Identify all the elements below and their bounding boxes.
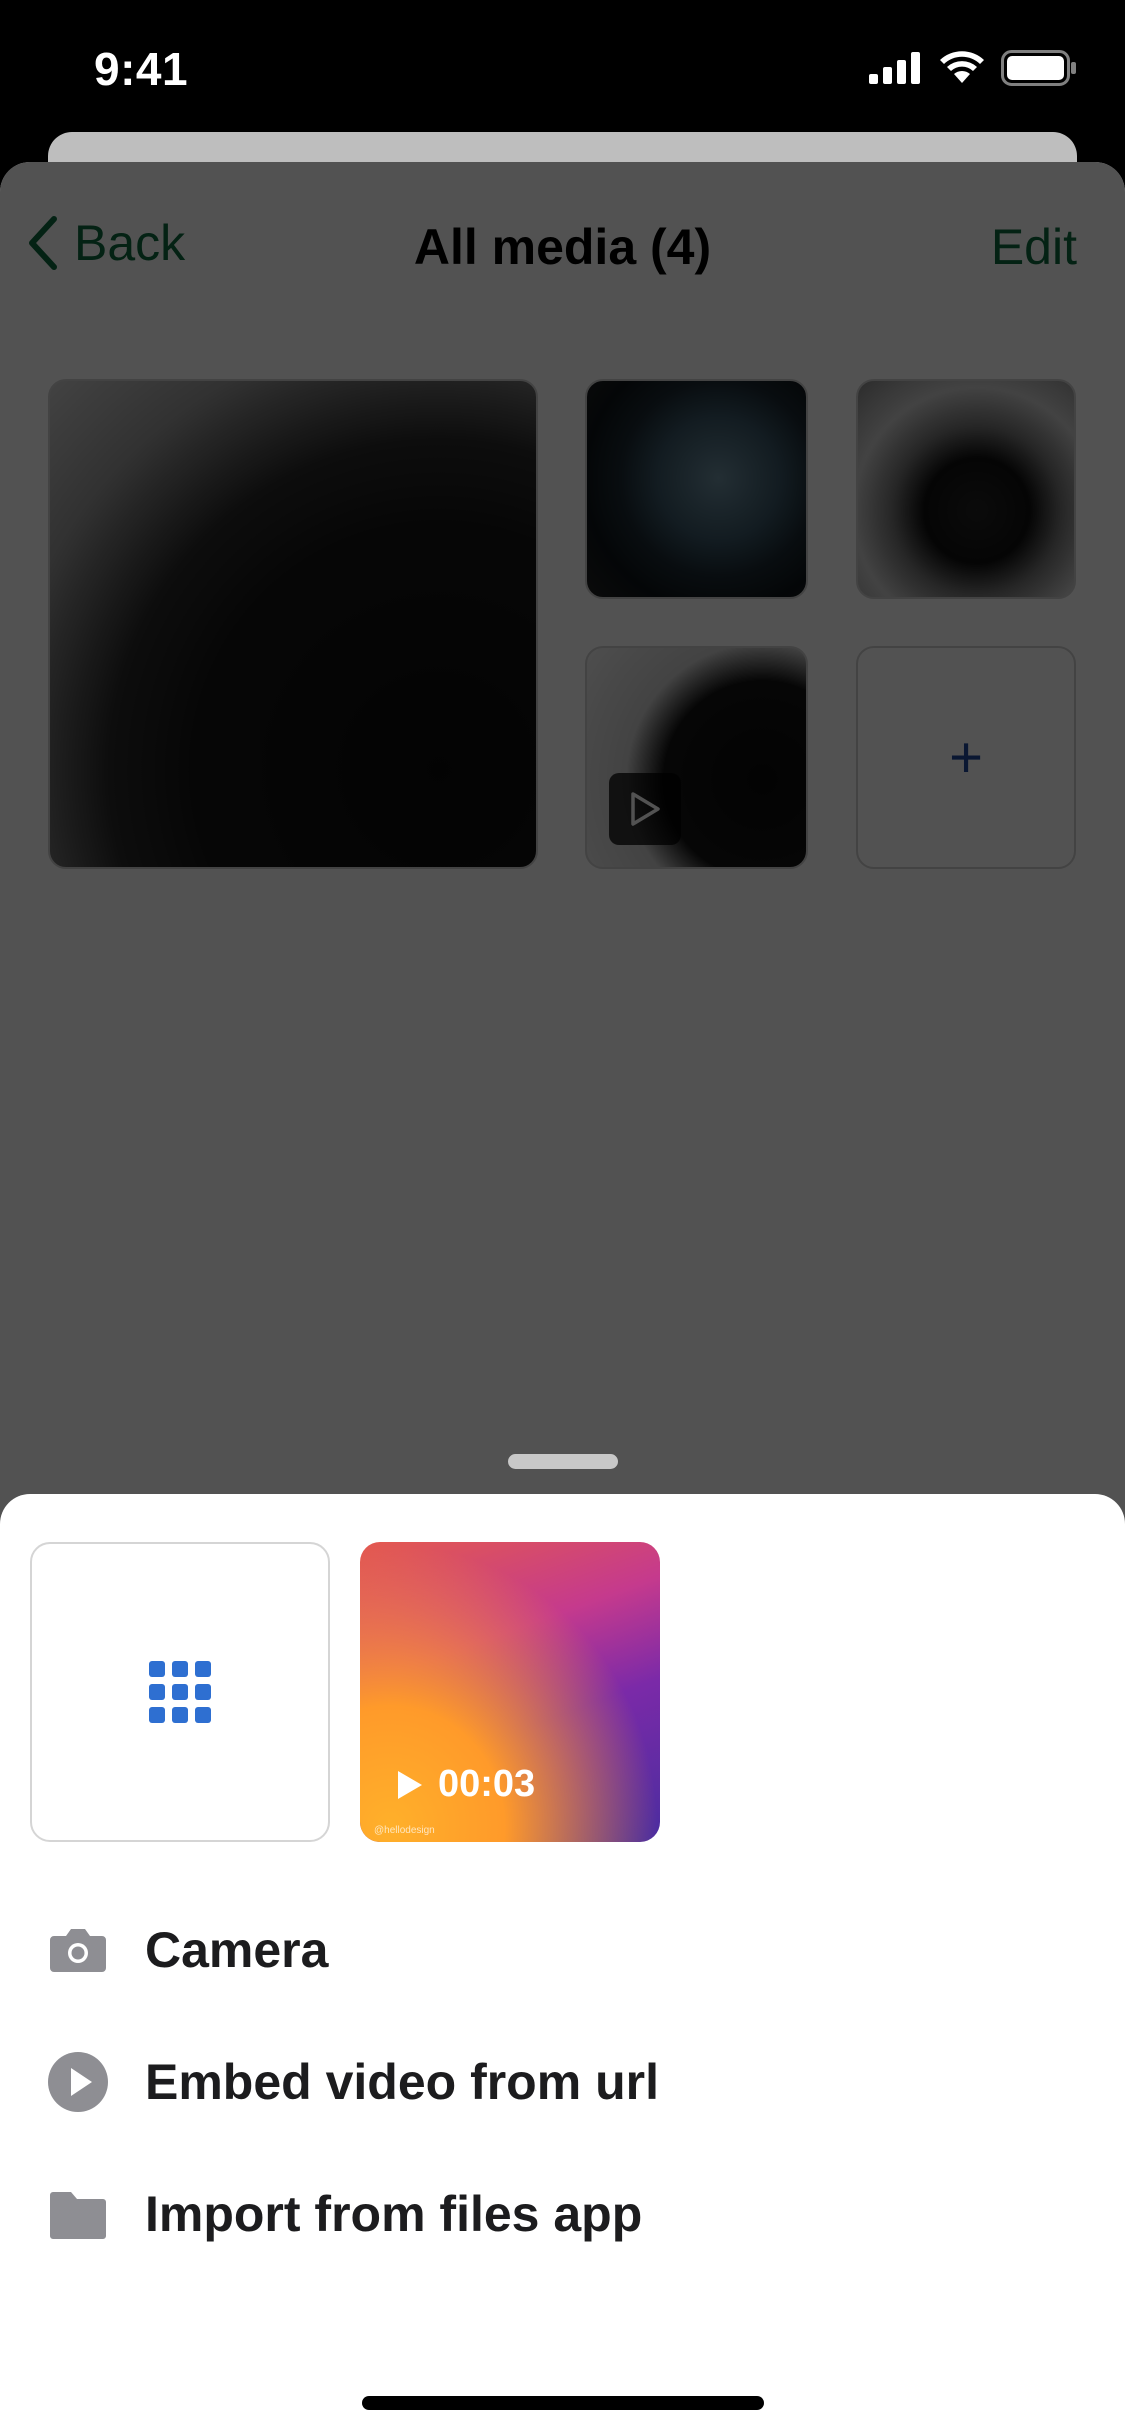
sheet-grabber[interactable] [508,1454,618,1469]
media-thumbnail[interactable] [585,379,808,599]
menu-item-embed-video[interactable]: Embed video from url [0,2016,1125,2148]
folder-icon [46,2182,110,2246]
menu-item-label: Camera [145,1922,329,1978]
menu-item-camera[interactable]: Camera [0,1884,1125,2016]
menu-item-label: Import from files app [145,2186,643,2242]
media-thumbnail[interactable] [856,379,1076,599]
media-thumbnail-video[interactable] [585,646,808,869]
video-duration-label: 00:03 [438,1763,536,1805]
status-bar: 9:41 [0,0,1125,132]
browse-library-button[interactable] [30,1542,330,1842]
media-picker-sheet: 00:03 @hellodesign Camera Embed video fr… [0,1494,1125,2436]
wifi-icon [940,51,984,83]
media-thumbnail[interactable] [48,379,538,869]
cellular-signal-icon [869,52,920,84]
video-badge [609,773,681,845]
add-media-button[interactable]: + [856,646,1076,869]
page-title: All media (4) [413,219,712,275]
camera-icon [46,1918,110,1982]
edit-button[interactable]: Edit [991,218,1077,276]
video-duration: 00:03 [396,1763,535,1806]
media-source-menu: Camera Embed video from url Import from … [0,1884,1125,2280]
menu-item-import-files[interactable]: Import from files app [0,2148,1125,2280]
status-icons [869,50,1077,86]
grid-icon [149,1661,211,1723]
battery-icon [1001,50,1076,86]
watermark: @hellodesign [374,1825,435,1836]
plus-icon: + [949,725,983,790]
menu-item-label: Embed video from url [145,2054,659,2110]
play-circle-icon [46,2050,110,2114]
home-indicator[interactable] [362,2396,764,2410]
play-outline-icon [631,792,660,826]
status-time: 9:41 [94,43,189,95]
navigation-bar: Back All media (4) Edit [0,162,1125,330]
play-icon [398,1770,422,1799]
recent-video-thumbnail[interactable]: 00:03 @hellodesign [360,1542,660,1842]
